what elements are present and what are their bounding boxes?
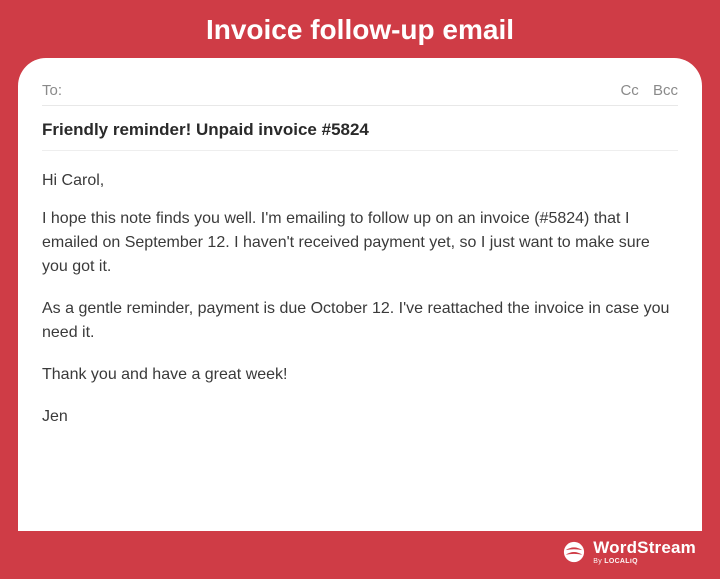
cc-bcc-group: Cc Bcc	[610, 82, 678, 99]
greeting-text: Hi Carol,	[42, 169, 678, 193]
body-paragraph-2: As a gentle reminder, payment is due Oct…	[42, 297, 678, 345]
body-paragraph-3: Thank you and have a great week!	[42, 363, 678, 387]
to-label: To:	[42, 82, 62, 99]
recipients-row: To: Cc Bcc	[42, 80, 678, 106]
brand-footer: WordStream By LOCALiQ	[18, 531, 702, 565]
brand-name: WordStream	[593, 539, 696, 556]
body-paragraph-1: I hope this note finds you well. I'm ema…	[42, 207, 678, 279]
cc-button[interactable]: Cc	[620, 82, 638, 99]
outer-frame: Invoice follow-up email To: Cc Bcc Frien…	[0, 0, 720, 579]
bcc-button[interactable]: Bcc	[653, 82, 678, 99]
email-body[interactable]: Hi Carol, I hope this note finds you wel…	[42, 151, 678, 443]
brand-byline: By LOCALiQ	[593, 558, 696, 565]
email-card: To: Cc Bcc Friendly reminder! Unpaid inv…	[18, 58, 702, 531]
signature-text: Jen	[42, 405, 678, 429]
subject-line[interactable]: Friendly reminder! Unpaid invoice #5824	[42, 106, 678, 151]
page-title: Invoice follow-up email	[18, 0, 702, 58]
wordstream-logo-icon	[563, 541, 585, 563]
brand-text: WordStream By LOCALiQ	[593, 539, 696, 565]
